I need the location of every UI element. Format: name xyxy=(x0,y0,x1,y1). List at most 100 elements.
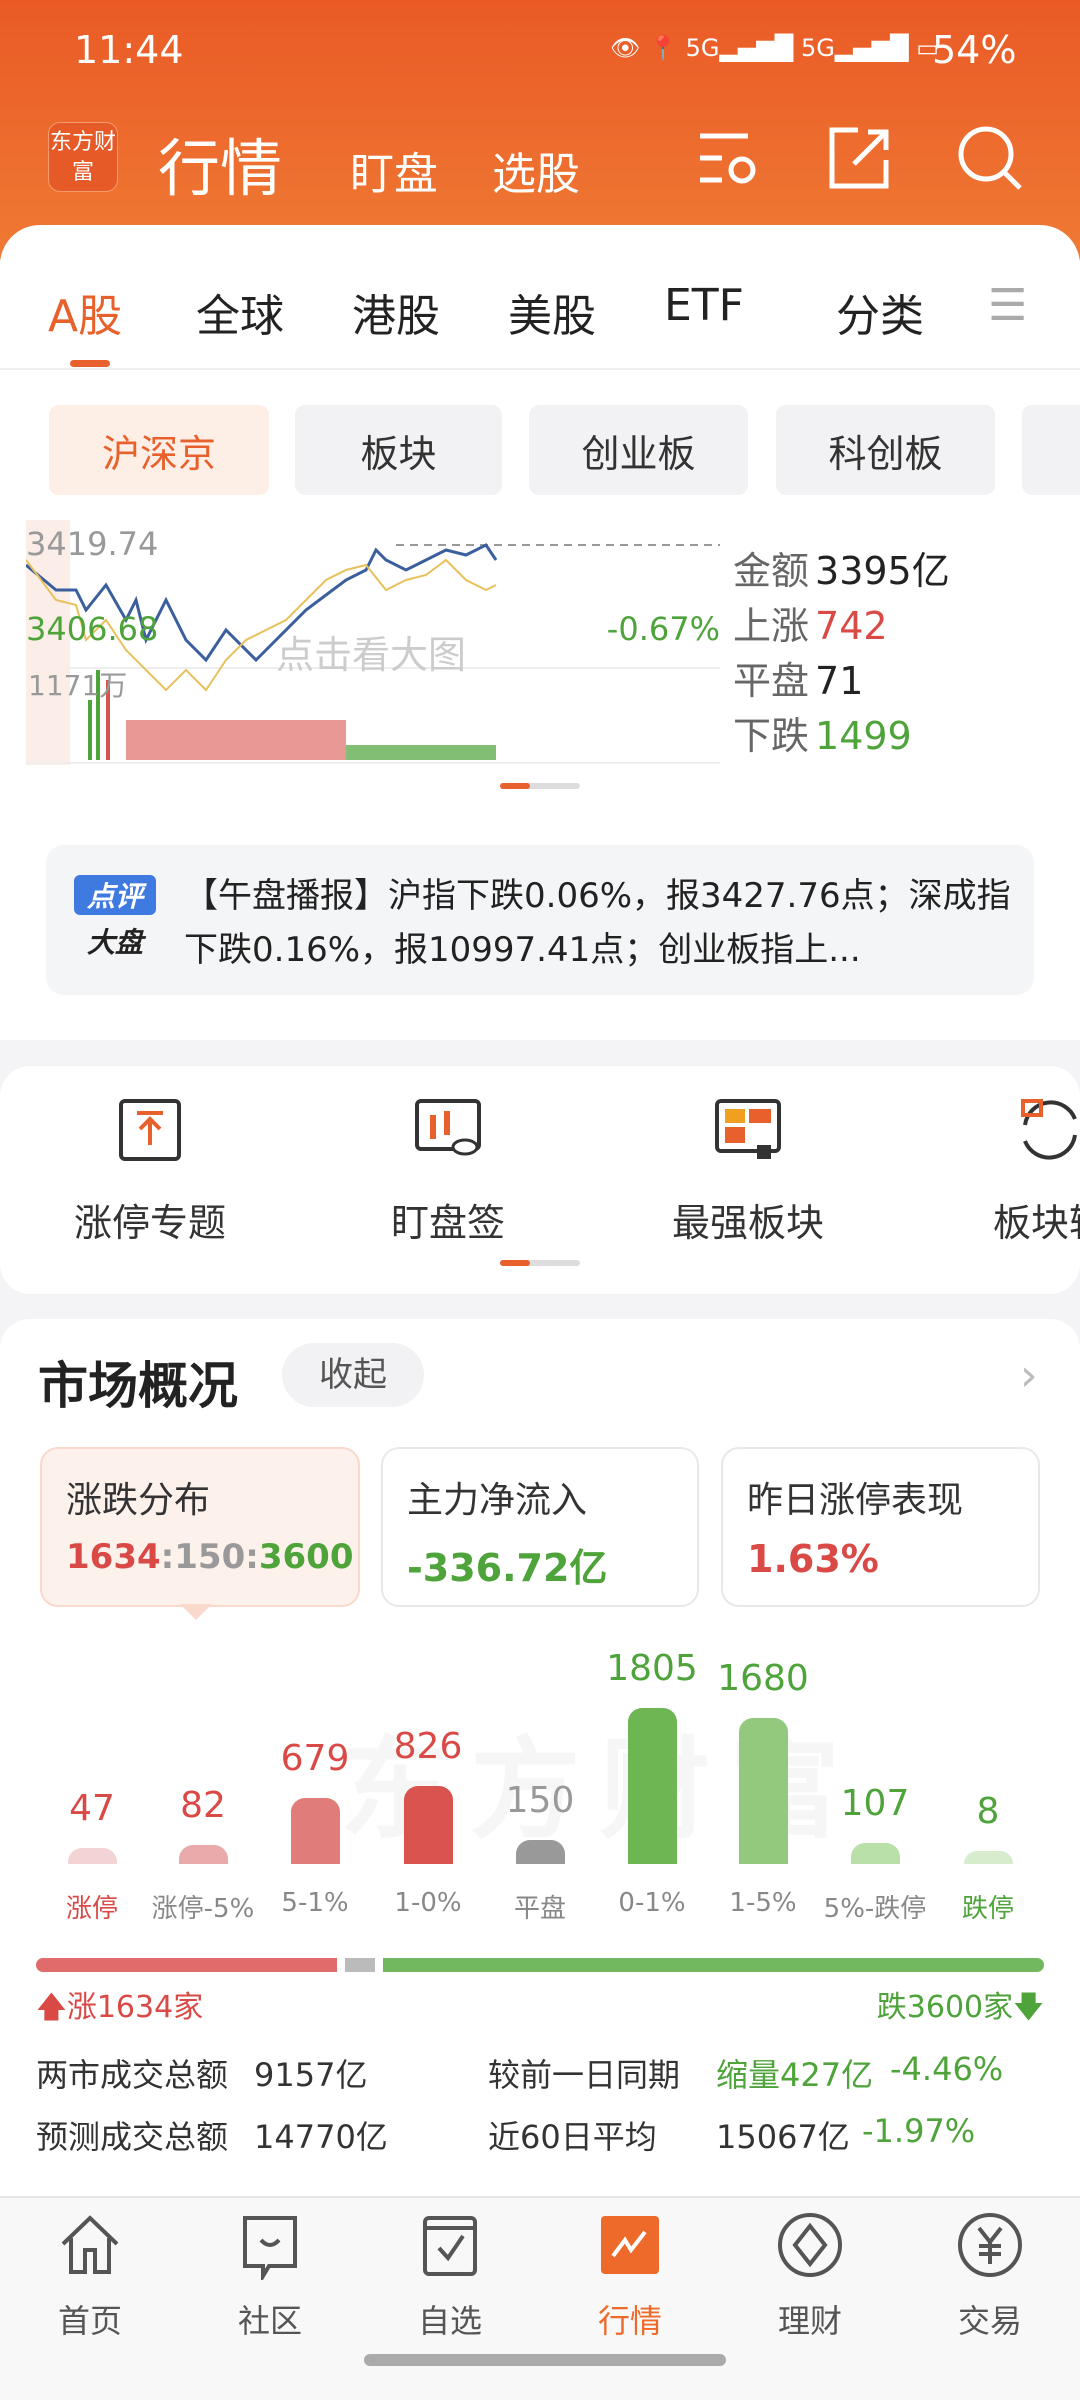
tab-watch[interactable]: 盯盘 xyxy=(350,138,438,202)
nav-item[interactable]: 行情 xyxy=(540,2210,720,2342)
shortcuts-page-indicator-active xyxy=(500,1260,530,1266)
box-main-inflow-value: -336.72亿 xyxy=(407,1546,608,1590)
shortcut-strongest-sector[interactable]: 最强板块 xyxy=(618,1192,878,1247)
shortcut-limit-up[interactable]: 涨停专题 xyxy=(20,1192,280,1247)
arrow-down-icon: 🡇 xyxy=(1013,1990,1044,2025)
chart-top-value: 3419.74 xyxy=(26,525,158,563)
bar xyxy=(291,1797,340,1864)
bar-value: 150 xyxy=(505,1780,575,1822)
bar-value: 1680 xyxy=(717,1657,809,1699)
chart-overlay-hint[interactable]: 点击看大图 xyxy=(276,633,466,677)
subtab-chinext[interactable]: 创业板 xyxy=(529,405,748,495)
tab-us[interactable]: 美股 xyxy=(508,280,596,344)
shortcuts-page-indicator xyxy=(500,1260,580,1266)
box-yesterday-limit-up[interactable]: 昨日涨停表现 1.63% xyxy=(721,1447,1040,1607)
settings-list-icon[interactable] xyxy=(698,128,762,192)
tab-category[interactable]: 分类 xyxy=(836,280,924,344)
split-up xyxy=(36,1958,338,1972)
dist-flat: 150 xyxy=(174,1537,246,1577)
news-badge: 点评 大盘 xyxy=(74,875,156,965)
bar xyxy=(851,1843,900,1864)
nav-item[interactable]: 理财 xyxy=(720,2210,900,2342)
up-value: 742 xyxy=(815,604,888,648)
nav-item[interactable]: 首页 xyxy=(0,2210,180,2342)
page-title: 行情 xyxy=(158,132,283,205)
forecast-turnover-value: 14770亿 xyxy=(254,2118,388,2156)
subtab-sector[interactable]: 板块 xyxy=(295,405,502,495)
chevron-right-icon[interactable]: › xyxy=(1020,1350,1038,1401)
signal-1: 5G xyxy=(685,34,720,62)
tab-a-shares[interactable]: A股 xyxy=(48,280,122,344)
tab-global[interactable]: 全球 xyxy=(196,280,284,344)
menu-icon[interactable]: ☰ xyxy=(988,280,1027,331)
signal-2: 5G xyxy=(800,34,835,62)
news-banner[interactable]: 点评 大盘 【午盘播报】沪指下跌0.06%，报3427.76点；深成指下跌0.16… xyxy=(46,845,1034,995)
home-indicator[interactable] xyxy=(364,2354,726,2366)
box-main-inflow-title: 主力净流入 xyxy=(407,1480,588,1521)
dist-sep: : xyxy=(245,1537,259,1577)
search-icon[interactable] xyxy=(956,124,1024,192)
split-flat xyxy=(345,1958,376,1972)
shortcut-watch-tag[interactable]: 盯盘签 xyxy=(318,1192,578,1247)
nav-item[interactable]: 交易 xyxy=(900,2210,1080,2342)
down-label: 下跌 xyxy=(733,714,810,758)
checkbox-icon xyxy=(423,2216,477,2276)
subtab-star[interactable]: 科创板 xyxy=(776,405,995,495)
nav-label: 行情 xyxy=(597,2302,662,2340)
down-count: 跌3600家🡇 xyxy=(877,1982,1044,2036)
tab-stock-picker[interactable]: 选股 xyxy=(492,138,580,202)
tab-etf[interactable]: ETF xyxy=(664,280,744,331)
share-icon[interactable] xyxy=(828,126,892,190)
shortcut-sector-rotation[interactable]: 板块轮 xyxy=(920,1192,1080,1247)
up-count-text: 涨1634家 xyxy=(66,1990,204,2025)
divider xyxy=(0,368,1080,370)
overview-title: 市场概况 xyxy=(38,1357,238,1415)
box-distribution[interactable]: 涨跌分布 1634:150:3600 xyxy=(40,1447,360,1607)
split-down xyxy=(383,1958,1044,1972)
vs-previous-label: 较前一日同期 xyxy=(488,2056,681,2094)
amount-label: 金额 xyxy=(733,549,810,593)
bar xyxy=(516,1840,565,1864)
box-distribution-title: 涨跌分布 xyxy=(66,1480,211,1521)
collapse-button[interactable]: 收起 xyxy=(282,1343,424,1407)
nav-label: 首页 xyxy=(57,2302,122,2340)
subtab-more[interactable] xyxy=(1022,405,1080,495)
total-turnover-label: 两市成交总额 xyxy=(36,2056,229,2094)
avg60-pct: -1.97% xyxy=(862,2112,976,2150)
rotate-icon[interactable] xyxy=(1015,1095,1080,1165)
intraday-chart[interactable]: 3419.74 3406.68 -0.67% 1171万 点击看大图 xyxy=(26,520,720,765)
candlestick-eye-icon[interactable] xyxy=(413,1095,483,1165)
subtab-shsz[interactable]: 沪深京 xyxy=(49,405,269,495)
box-pointer xyxy=(180,1604,212,1620)
home-icon xyxy=(61,2215,119,2274)
up-label: 上涨 xyxy=(733,604,810,648)
nav-item[interactable]: 自选 xyxy=(360,2210,540,2342)
bar xyxy=(68,1848,117,1864)
tab-hk[interactable]: 港股 xyxy=(352,280,440,344)
dist-sep: : xyxy=(160,1537,175,1577)
arrow-up-icon: 🡅 xyxy=(36,1990,67,2025)
avg60-label: 近60日平均 xyxy=(488,2118,657,2156)
news-badge-top: 点评 xyxy=(74,875,156,915)
nav-label: 社区 xyxy=(237,2302,302,2340)
vs-previous-value: 缩量427亿 xyxy=(716,2056,874,2094)
diamond-icon xyxy=(778,2213,842,2277)
upload-box-icon[interactable] xyxy=(115,1095,185,1165)
nav-item[interactable]: 社区 xyxy=(180,2210,360,2342)
status-time: 11:44 xyxy=(74,28,184,72)
avg60-value: 15067亿 xyxy=(716,2118,850,2156)
box-main-inflow[interactable]: 主力净流入 -336.72亿 xyxy=(381,1447,699,1607)
nav-label: 理财 xyxy=(777,2302,842,2340)
flat-value: 71 xyxy=(815,659,864,703)
blocks-thumb-icon[interactable] xyxy=(713,1095,783,1165)
flat-label: 平盘 xyxy=(733,659,810,703)
bar-value: 8 xyxy=(976,1791,1000,1833)
chart-icon xyxy=(601,2216,659,2274)
bar xyxy=(404,1786,453,1864)
down-count-text: 跌3600家 xyxy=(876,1990,1014,2025)
bar-value: 826 xyxy=(393,1726,463,1768)
bar xyxy=(628,1708,677,1864)
page-indicator-active xyxy=(500,783,530,789)
chat-icon xyxy=(243,2216,297,2284)
box-yesterday-title: 昨日涨停表现 xyxy=(747,1480,964,1521)
